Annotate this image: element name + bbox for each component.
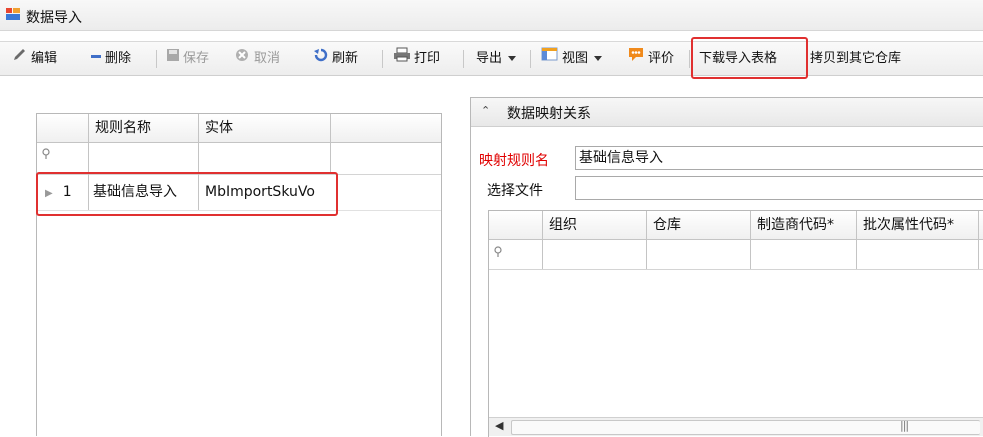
view-dropdown[interactable]: 视图	[541, 42, 605, 75]
column-header-manufacturer-code[interactable]: 制造商代码*	[751, 211, 857, 239]
print-icon	[393, 42, 411, 75]
copy-to-other-warehouse-button[interactable]: 拷贝到其它仓库	[810, 42, 901, 75]
scroll-grip-icon: |||	[900, 419, 909, 432]
filter-indicator	[37, 142, 89, 174]
rule-name-label: 映射规则名	[479, 153, 549, 169]
mapping-section-title: 数据映射关系	[507, 106, 591, 122]
refresh-icon	[313, 42, 329, 75]
copy-to-other-label: 拷贝到其它仓库	[810, 51, 902, 66]
rules-grid: 规则名称 实体 ▶ 1 基础信息导入 MbImportSkuVo	[36, 113, 442, 436]
filter-cell-org[interactable]	[543, 239, 647, 269]
mapping-filter-row	[489, 239, 983, 270]
window-title-bar: 数据导入	[0, 0, 983, 31]
filter-cell-manufacturer-code[interactable]	[751, 239, 857, 269]
filter-cell-batch-attribute-code[interactable]	[857, 239, 979, 269]
rate-icon	[627, 42, 645, 75]
cancel-label: 取消	[254, 51, 281, 66]
mapping-grid: 组织 仓库 制造商代码* 批次属性代码* ◀ |||	[488, 210, 983, 437]
toolbar: 编辑 删除 保存 取消 刷新 打印 导出 视图 评价 下载导入表格 拷贝到其它仓…	[0, 41, 983, 76]
pencil-icon	[12, 42, 28, 75]
delete-button[interactable]: 删除	[90, 42, 131, 75]
rate-button[interactable]: 评价	[627, 42, 674, 75]
column-header-batch-attribute-code[interactable]: 批次属性代码*	[857, 211, 979, 239]
save-label: 保存	[183, 51, 210, 66]
delete-label: 删除	[105, 51, 132, 66]
row-highlight-box	[36, 172, 338, 216]
filter-indicator	[489, 239, 543, 269]
toolbar-separator	[463, 50, 464, 68]
rules-grid-header: 规则名称 实体	[37, 114, 441, 143]
file-label: 选择文件	[487, 183, 543, 199]
rate-label: 评价	[648, 51, 675, 66]
minus-icon	[90, 42, 102, 75]
column-header-entity[interactable]: 实体	[199, 114, 331, 142]
column-header-overflow	[979, 211, 983, 239]
save-button[interactable]: 保存	[166, 42, 209, 75]
filter-cell-entity[interactable]	[199, 142, 331, 174]
filter-row	[37, 142, 441, 175]
view-label: 视图	[562, 51, 589, 66]
app-icon	[6, 8, 20, 20]
toolbar-separator	[382, 50, 383, 68]
column-header-empty	[331, 114, 441, 142]
export-dropdown[interactable]: 导出	[476, 42, 519, 75]
cancel-button[interactable]: 取消	[235, 42, 280, 75]
window-title: 数据导入	[26, 10, 82, 26]
cancel-icon	[235, 42, 251, 75]
edit-button[interactable]: 编辑	[12, 42, 57, 75]
mapping-panel: ⌃ 数据映射关系 映射规则名 基础信息导入 选择文件 组织 仓库 制造商代码* …	[470, 97, 983, 437]
view-icon	[541, 42, 559, 75]
toolbar-separator	[156, 50, 157, 68]
pin-icon	[41, 148, 51, 164]
column-header-rule-name[interactable]: 规则名称	[89, 114, 199, 142]
mapping-grid-header: 组织 仓库 制造商代码* 批次属性代码*	[489, 211, 983, 240]
column-header-org[interactable]: 组织	[543, 211, 647, 239]
print-button[interactable]: 打印	[393, 42, 440, 75]
dropdown-icon	[508, 42, 517, 75]
indicator-header	[489, 211, 543, 239]
edit-label: 编辑	[31, 51, 58, 66]
export-label: 导出	[476, 51, 503, 66]
scroll-left-icon[interactable]: ◀	[495, 419, 503, 432]
toolbar-separator	[530, 50, 531, 68]
horizontal-scrollbar[interactable]: ◀ |||	[489, 417, 983, 436]
filter-cell-warehouse[interactable]	[647, 239, 751, 269]
scroll-thumb[interactable]: |||	[511, 419, 980, 435]
print-label: 打印	[414, 51, 441, 66]
refresh-label: 刷新	[332, 51, 359, 66]
toolbar-separator	[689, 50, 690, 68]
pin-icon	[493, 246, 503, 262]
file-field[interactable]	[575, 176, 983, 200]
filter-cell-rule-name[interactable]	[89, 142, 199, 174]
indicator-header	[37, 114, 89, 142]
refresh-button[interactable]: 刷新	[313, 42, 358, 75]
download-highlight-box	[691, 37, 808, 79]
rule-name-field[interactable]: 基础信息导入	[575, 146, 983, 170]
save-icon	[166, 42, 180, 75]
collapse-icon[interactable]: ⌃	[481, 104, 490, 117]
mapping-section-header[interactable]: ⌃ 数据映射关系	[471, 98, 983, 127]
dropdown-icon	[594, 42, 603, 75]
column-header-warehouse[interactable]: 仓库	[647, 211, 751, 239]
